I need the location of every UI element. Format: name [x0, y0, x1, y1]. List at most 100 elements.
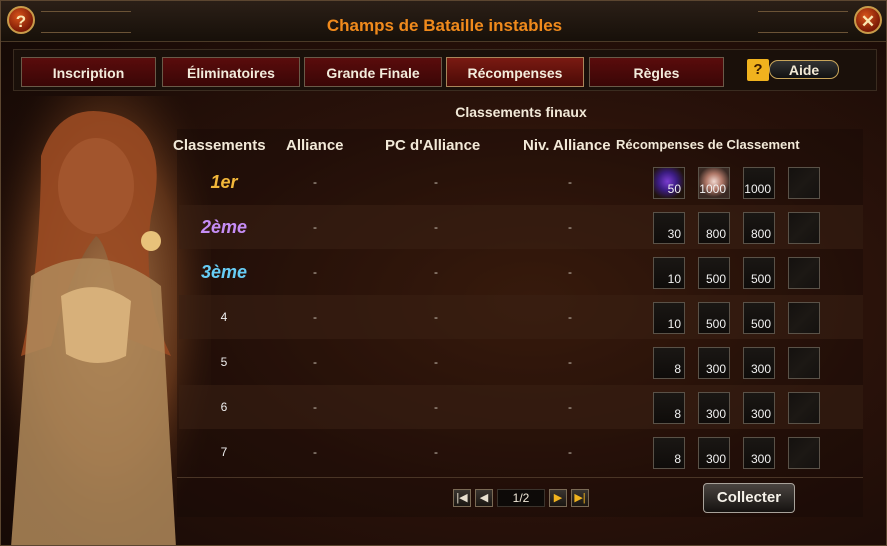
- reward-count: 50: [667, 182, 681, 196]
- reward-count: 300: [750, 362, 771, 376]
- reward-slot[interactable]: 300: [743, 437, 775, 469]
- reward-slot-empty[interactable]: [788, 257, 820, 289]
- reward-slot[interactable]: 300: [698, 437, 730, 469]
- reward-slot-empty[interactable]: [788, 167, 820, 199]
- reward-slot[interactable]: 800: [743, 212, 775, 244]
- reward-slot[interactable]: 30: [653, 212, 685, 244]
- reward-count: 10: [667, 317, 681, 331]
- reward-slot-empty[interactable]: [788, 437, 820, 469]
- reward-count: 30: [667, 227, 681, 241]
- next-page-button[interactable]: ▶: [549, 489, 567, 507]
- pc-cell: -: [434, 220, 438, 234]
- last-page-button[interactable]: ▶|: [571, 489, 589, 507]
- rank-label: 5: [220, 355, 228, 369]
- alliance-cell: -: [313, 310, 317, 324]
- window: Champs de Bataille instables ? ✕ Inscrip…: [0, 0, 887, 546]
- pc-cell: -: [434, 175, 438, 189]
- close-button[interactable]: ✕: [854, 6, 882, 34]
- reward-slot[interactable]: 8: [653, 437, 685, 469]
- rank-label: 4: [220, 310, 228, 324]
- rank-label: 3ème: [200, 262, 248, 282]
- rank-label: 7: [220, 445, 228, 459]
- tab-regles[interactable]: Règles: [589, 57, 724, 87]
- first-page-button[interactable]: |◀: [453, 489, 471, 507]
- prev-page-button[interactable]: ◀: [475, 489, 493, 507]
- reward-slot[interactable]: 1000: [743, 167, 775, 199]
- level-cell: -: [568, 310, 572, 324]
- reward-count: 300: [750, 452, 771, 466]
- rank-label: 2ème: [200, 217, 248, 237]
- reward-slot-empty[interactable]: [788, 392, 820, 424]
- rank-label: 6: [220, 400, 228, 414]
- reward-slot[interactable]: 8: [653, 347, 685, 379]
- header-pc: PC d'Alliance: [385, 137, 481, 154]
- reward-slot[interactable]: 500: [698, 302, 730, 334]
- alliance-cell: -: [313, 265, 317, 279]
- tab-recompenses[interactable]: Récompenses: [446, 57, 584, 87]
- pc-cell: -: [434, 265, 438, 279]
- reward-slot[interactable]: 1000: [698, 167, 730, 199]
- level-cell: -: [568, 265, 572, 279]
- window-title: Champs de Bataille instables: [326, 16, 563, 35]
- alliance-cell: -: [313, 220, 317, 234]
- level-cell: -: [568, 445, 572, 459]
- table-row: 2ème - - - 30 800 800: [179, 205, 863, 249]
- reward-count: 500: [705, 317, 726, 331]
- reward-count: 1000: [699, 182, 726, 196]
- reward-slot[interactable]: 300: [743, 392, 775, 424]
- aide-question-icon[interactable]: ?: [747, 59, 769, 81]
- reward-count: 10: [667, 272, 681, 286]
- reward-count: 500: [750, 272, 771, 286]
- pc-cell: -: [434, 310, 438, 324]
- table-row: 4 - - - 10 500 500: [179, 295, 863, 339]
- table-bottom-divider: [177, 477, 863, 478]
- reward-count: 800: [750, 227, 771, 241]
- tab-inscription[interactable]: Inscription: [21, 57, 156, 87]
- header-rank: Classements: [173, 137, 266, 154]
- reward-slot-empty[interactable]: [788, 302, 820, 334]
- reward-slot[interactable]: 8: [653, 392, 685, 424]
- rank-label: 1er: [210, 172, 238, 192]
- reward-slot-empty[interactable]: [788, 347, 820, 379]
- level-cell: -: [568, 175, 572, 189]
- reward-slot[interactable]: 50: [653, 167, 685, 199]
- header-alliance: Alliance: [286, 137, 344, 154]
- reward-slot[interactable]: 300: [698, 392, 730, 424]
- reward-slot[interactable]: 500: [743, 257, 775, 289]
- alliance-cell: -: [313, 175, 317, 189]
- table-row: 3ème - - - 10 500 500: [179, 250, 863, 294]
- level-cell: -: [568, 400, 572, 414]
- collect-button[interactable]: Collecter: [703, 483, 795, 513]
- table-row: 6 - - - 8 300 300: [179, 385, 863, 429]
- reward-count: 300: [705, 452, 726, 466]
- tab-grande-finale[interactable]: Grande Finale: [304, 57, 442, 87]
- reward-count: 800: [705, 227, 726, 241]
- alliance-cell: -: [313, 355, 317, 369]
- reward-slot[interactable]: 500: [743, 302, 775, 334]
- alliance-cell: -: [313, 445, 317, 459]
- reward-slot[interactable]: 800: [698, 212, 730, 244]
- reward-count: 300: [705, 362, 726, 376]
- aide-button[interactable]: Aide: [769, 60, 839, 79]
- reward-count: 500: [750, 317, 771, 331]
- alliance-cell: -: [313, 400, 317, 414]
- reward-slot[interactable]: 300: [698, 347, 730, 379]
- pc-cell: -: [434, 445, 438, 459]
- header-level: Niv. Alliance: [523, 137, 611, 154]
- pc-cell: -: [434, 355, 438, 369]
- reward-slot[interactable]: 500: [698, 257, 730, 289]
- reward-count: 8: [674, 407, 681, 421]
- reward-count: 8: [674, 362, 681, 376]
- reward-slot[interactable]: 10: [653, 257, 685, 289]
- tab-eliminatoires[interactable]: Éliminatoires: [162, 57, 300, 87]
- level-cell: -: [568, 220, 572, 234]
- table-row: 5 - - - 8 300 300: [179, 340, 863, 384]
- table-row: 1er - - - 50 1000 1000: [179, 160, 863, 204]
- reward-count: 300: [750, 407, 771, 421]
- reward-slot[interactable]: 10: [653, 302, 685, 334]
- help-button[interactable]: ?: [7, 6, 35, 34]
- reward-slot[interactable]: 300: [743, 347, 775, 379]
- reward-count: 8: [674, 452, 681, 466]
- reward-count: 500: [705, 272, 726, 286]
- reward-slot-empty[interactable]: [788, 212, 820, 244]
